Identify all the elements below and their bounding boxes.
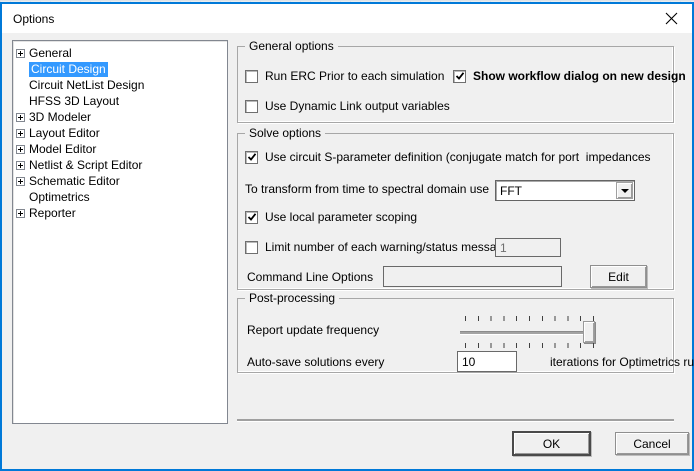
expand-plus-icon[interactable] xyxy=(16,208,25,218)
tree-item-general[interactable]: General xyxy=(13,45,227,61)
transform-selected-value: FFT xyxy=(500,183,522,198)
dynamic-link-label: Use Dynamic Link output variables xyxy=(265,99,450,113)
expand-plus-icon[interactable] xyxy=(16,144,25,154)
check-icon xyxy=(247,153,256,161)
dropdown-button[interactable] xyxy=(616,182,633,199)
expand-plus-icon[interactable] xyxy=(16,112,25,122)
tree-item-circuit-design[interactable]: Circuit Design xyxy=(13,61,227,77)
group-title: Post-processing xyxy=(245,291,340,305)
cancel-button-label: Cancel xyxy=(633,436,671,451)
auto-save-input[interactable] xyxy=(457,351,517,372)
titlebar: Options xyxy=(2,4,692,33)
show-workflow-label: Show workflow dialog on new design xyxy=(473,69,686,83)
transform-label: To transform from time to spectral domai… xyxy=(245,182,490,196)
command-line-input[interactable] xyxy=(383,266,562,287)
s-param-row: Use circuit S-parameter definition (conj… xyxy=(245,149,651,165)
slider-ticks xyxy=(465,316,594,321)
run-erc-row: Run ERC Prior to each simulation xyxy=(245,68,444,84)
local-scoping-checkbox[interactable] xyxy=(245,210,258,224)
dynamic-link-row: Use Dynamic Link output variables xyxy=(245,98,450,114)
tree-item-label: General xyxy=(29,45,72,60)
transform-dropdown[interactable]: FFT xyxy=(495,180,635,201)
tree-item-reporter[interactable]: Reporter xyxy=(13,205,227,221)
cancel-button[interactable]: Cancel xyxy=(615,432,689,455)
tree-item-label: Netlist & Script Editor xyxy=(29,157,143,172)
check-icon xyxy=(247,213,256,221)
tree-item-3d-modeler[interactable]: 3D Modeler xyxy=(13,109,227,125)
limit-messages-row: Limit number of each warning/status mess… xyxy=(245,239,510,255)
local-scoping-row: Use local parameter scoping xyxy=(245,209,417,225)
tree-item-layout-editor[interactable]: Layout Editor xyxy=(13,125,227,141)
tree-item-label: Reporter xyxy=(29,205,76,220)
group-title: Solve options xyxy=(245,126,326,140)
s-param-label: Use circuit S-parameter definition (conj… xyxy=(265,150,651,164)
dynamic-link-checkbox[interactable] xyxy=(245,99,258,113)
run-erc-label: Run ERC Prior to each simulation xyxy=(265,69,445,83)
local-scoping-label: Use local parameter scoping xyxy=(265,210,418,224)
report-update-slider[interactable] xyxy=(460,314,602,349)
tree-item-model-editor[interactable]: Model Editor xyxy=(13,141,227,157)
show-workflow-checkbox[interactable] xyxy=(453,69,466,83)
tree-item-label: Model Editor xyxy=(29,141,97,156)
window-title: Options xyxy=(13,11,55,26)
footer-separator xyxy=(237,419,674,421)
check-icon xyxy=(455,72,464,80)
limit-messages-input[interactable] xyxy=(495,238,561,257)
tree-item-optimetrics[interactable]: Optimetrics xyxy=(13,189,227,205)
tree-item-label: Optimetrics xyxy=(29,189,90,204)
s-param-checkbox[interactable] xyxy=(245,150,258,164)
limit-messages-label: Limit number of each warning/status mess… xyxy=(265,240,510,254)
edit-button-label: Edit xyxy=(608,269,629,284)
tree-item-label: Circuit Design xyxy=(29,61,108,77)
tree-item-netlist-script-editor[interactable]: Netlist & Script Editor xyxy=(13,157,227,173)
slider-ticks xyxy=(465,343,594,348)
options-dialog: Options General Circuit Design Circuit N… xyxy=(0,2,694,471)
report-update-label: Report update frequency xyxy=(247,323,380,337)
tree-item-schematic-editor[interactable]: Schematic Editor xyxy=(13,173,227,189)
tree-item-label: Circuit NetList Design xyxy=(29,77,145,92)
slider-thumb[interactable] xyxy=(583,321,595,343)
tree-item-label: 3D Modeler xyxy=(29,109,92,124)
group-title: General options xyxy=(245,39,338,53)
close-icon xyxy=(665,12,677,25)
show-workflow-row: Show workflow dialog on new design xyxy=(453,68,686,84)
ok-button-label: OK xyxy=(542,436,561,451)
expand-plus-icon[interactable] xyxy=(16,128,25,138)
chevron-down-icon xyxy=(620,188,629,193)
expand-plus-icon[interactable] xyxy=(16,176,25,186)
category-tree: General Circuit Design Circuit NetList D… xyxy=(12,40,228,424)
slider-track[interactable] xyxy=(460,331,596,334)
tree-item-label: Schematic Editor xyxy=(29,173,120,188)
ok-button[interactable]: OK xyxy=(512,431,591,456)
run-erc-checkbox[interactable] xyxy=(245,69,258,83)
tree-item-hfss-3d-layout[interactable]: HFSS 3D Layout xyxy=(13,93,227,109)
expand-plus-icon[interactable] xyxy=(16,48,25,58)
expand-plus-icon[interactable] xyxy=(16,160,25,170)
tree-item-label: Layout Editor xyxy=(29,125,100,140)
auto-save-suffix-label: iterations for Optimetrics runs xyxy=(550,355,694,369)
tree-item-circuit-netlist-design[interactable]: Circuit NetList Design xyxy=(13,77,227,93)
tree-item-label: HFSS 3D Layout xyxy=(29,93,120,108)
edit-button[interactable]: Edit xyxy=(590,265,647,288)
close-button[interactable] xyxy=(654,4,688,33)
auto-save-label: Auto-save solutions every xyxy=(247,355,385,369)
limit-messages-checkbox[interactable] xyxy=(245,240,258,254)
command-line-label: Command Line Options xyxy=(247,270,374,284)
